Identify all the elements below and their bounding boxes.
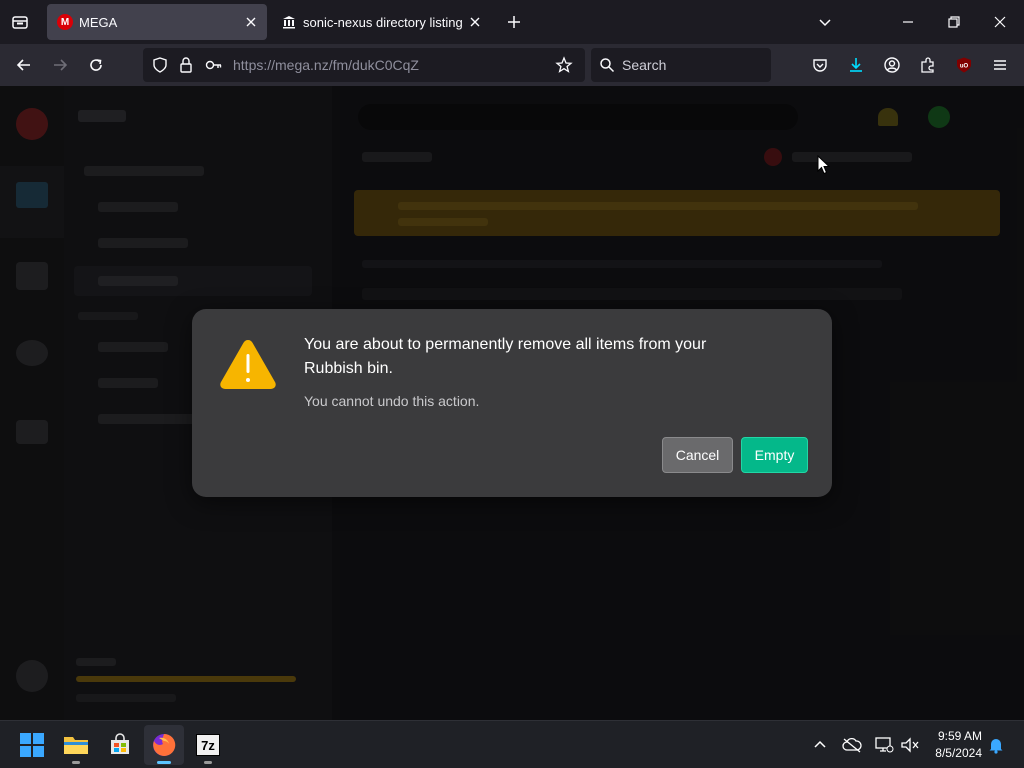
- file-explorer-icon[interactable]: [56, 725, 96, 765]
- account-icon[interactable]: [878, 51, 906, 79]
- restore-icon[interactable]: [940, 8, 968, 36]
- microsoft-store-icon[interactable]: [100, 725, 140, 765]
- library-icon: [281, 14, 297, 30]
- tab-manager-icon[interactable]: [6, 8, 34, 36]
- seven-zip-label: 7z: [196, 734, 220, 756]
- svg-text:uO: uO: [960, 64, 969, 70]
- firefox-taskbar-icon[interactable]: [144, 725, 184, 765]
- bookmark-star-icon[interactable]: [555, 56, 573, 74]
- empty-rubbish-bin-dialog: You are about to permanently remove all …: [192, 309, 832, 497]
- downloads-icon[interactable]: [842, 51, 870, 79]
- dialog-title: You are about to permanently remove all …: [304, 336, 707, 377]
- mega-icon: M: [57, 14, 73, 30]
- taskbar: 7z 9:59 AM 8/5/2024: [0, 720, 1024, 768]
- navigation-bar: https://mega.nz/fm/dukC0CqZ Search uO: [0, 44, 1024, 86]
- back-arrow-icon[interactable]: [10, 51, 38, 79]
- empty-button[interactable]: Empty: [741, 437, 808, 473]
- seven-zip-icon[interactable]: 7z: [188, 725, 228, 765]
- clock-date[interactable]: 8/5/2024: [935, 746, 982, 760]
- tab-title: sonic-nexus directory listing: [303, 14, 463, 30]
- url-text[interactable]: https://mega.nz/fm/dukC0CqZ: [233, 57, 419, 73]
- search-placeholder: Search: [622, 57, 667, 73]
- search-icon: [599, 57, 615, 73]
- close-tab-icon[interactable]: [243, 14, 259, 30]
- windows-start-icon[interactable]: [12, 725, 52, 765]
- minimize-icon[interactable]: [894, 8, 922, 36]
- notification-bell-icon[interactable]: [976, 725, 1016, 765]
- extensions-icon[interactable]: [914, 51, 942, 79]
- shield-icon[interactable]: [151, 56, 169, 74]
- lock-icon[interactable]: [178, 56, 194, 74]
- menu-icon[interactable]: [986, 51, 1014, 79]
- pocket-icon[interactable]: [806, 51, 834, 79]
- ublock-origin-icon[interactable]: uO: [950, 51, 978, 79]
- reload-icon[interactable]: [82, 51, 110, 79]
- cancel-button[interactable]: Cancel: [662, 437, 733, 473]
- warning-icon: [218, 337, 278, 391]
- new-tab-icon[interactable]: [500, 8, 528, 36]
- tab-sonic-nexus[interactable]: sonic-nexus directory listing: [271, 4, 491, 40]
- tab-strip: M MEGA sonic-nexus directory listing: [0, 0, 1024, 44]
- mouse-cursor-icon: [817, 155, 831, 175]
- dialog-subtitle: You cannot undo this action.: [304, 393, 480, 409]
- key-icon[interactable]: [205, 57, 223, 73]
- close-tab-icon[interactable]: [467, 14, 483, 30]
- forward-arrow-icon[interactable]: [46, 51, 74, 79]
- search-input[interactable]: Search: [591, 48, 771, 82]
- tab-mega[interactable]: M MEGA: [47, 4, 267, 40]
- tab-title: MEGA: [79, 14, 118, 30]
- address-bar[interactable]: https://mega.nz/fm/dukC0CqZ: [143, 48, 585, 82]
- list-all-tabs-icon[interactable]: [811, 8, 839, 36]
- close-window-icon[interactable]: [986, 8, 1014, 36]
- volume-muted-icon[interactable]: [890, 725, 930, 765]
